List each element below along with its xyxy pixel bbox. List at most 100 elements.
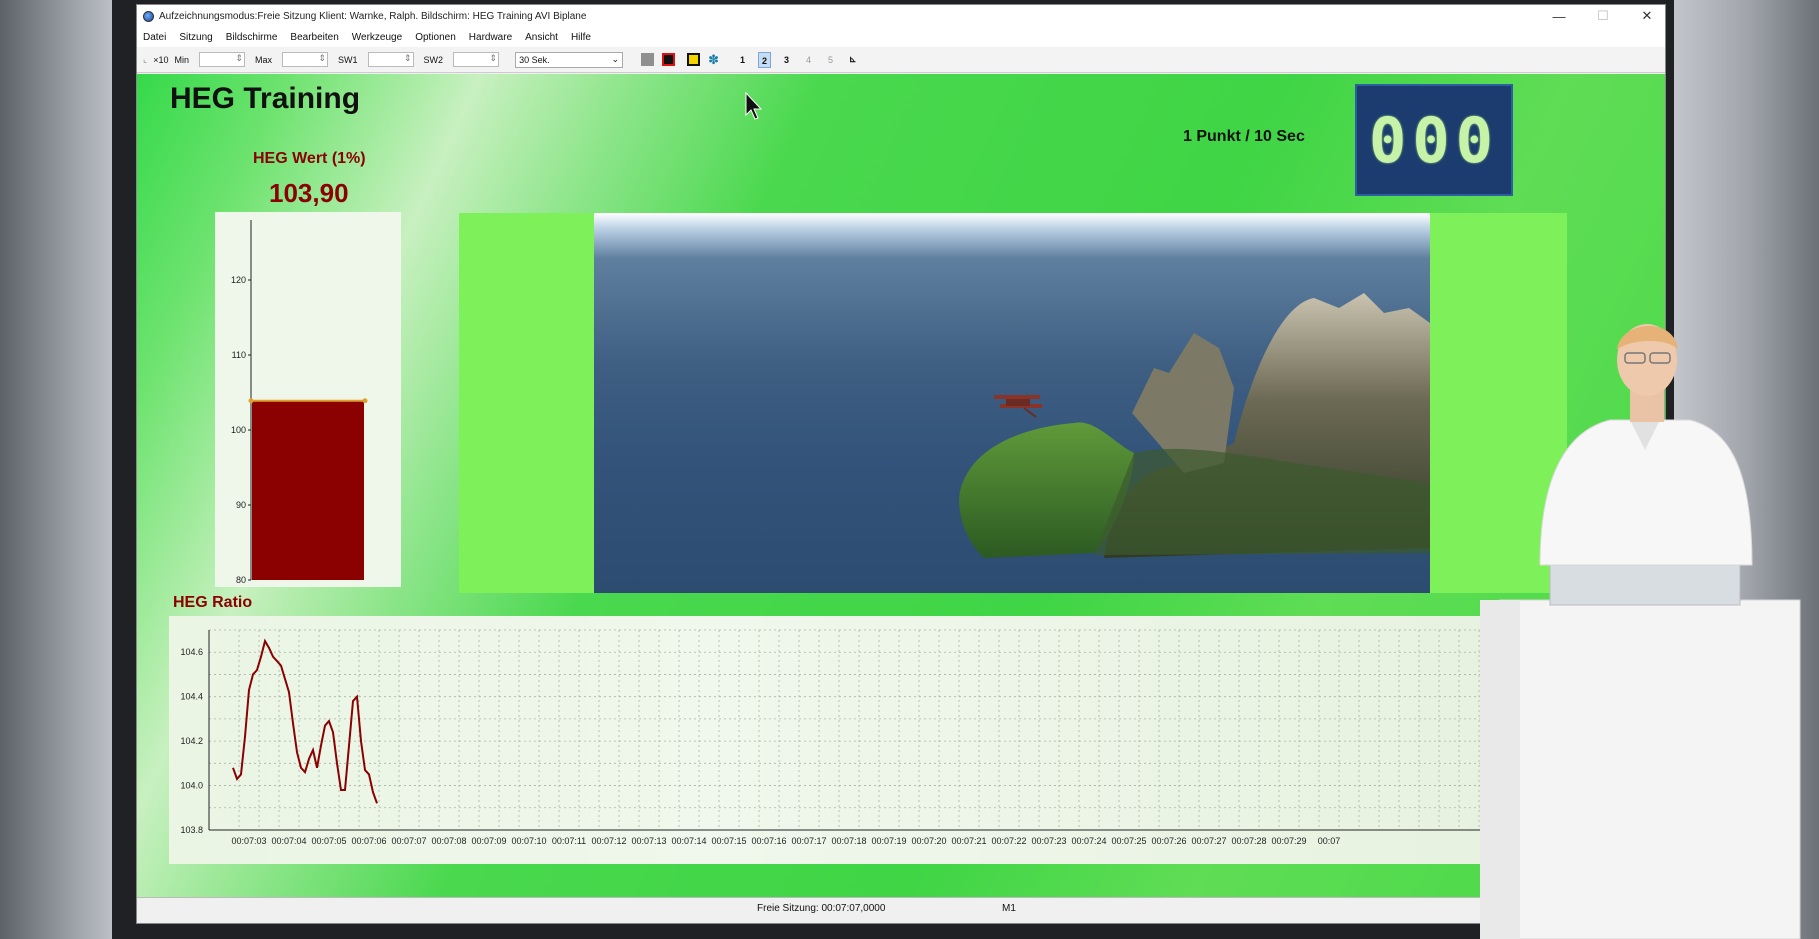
- maximize-button[interactable]: ☐: [1595, 8, 1611, 24]
- line-x-tick-label: 00:07:19: [871, 836, 906, 846]
- heg-wert-value: 103,90: [269, 178, 349, 208]
- line-y-tick-label: 104.4: [180, 692, 203, 702]
- line-x-tick-label: 00:07:05: [311, 836, 346, 846]
- menu-item-bearbeiten[interactable]: Bearbeiten: [290, 32, 338, 43]
- line-x-tick-label: 00:07:25: [1111, 836, 1146, 846]
- line-x-tick-label: 00:07:04: [271, 836, 306, 846]
- line-y-tick-label: 104.6: [180, 647, 203, 657]
- settings-gear-icon[interactable]: ✽: [708, 53, 719, 66]
- window-title: Aufzeichnungsmodus:Freie Sitzung Klient:…: [159, 10, 587, 22]
- heg-ratio-label: HEG Ratio: [173, 594, 253, 611]
- line-x-tick-label: 00:07:23: [1031, 836, 1066, 846]
- line-x-tick-label: 00:07:29: [1271, 836, 1306, 846]
- bar-y-tick-label: 80: [236, 575, 246, 585]
- line-x-tick-label: 00:07:06: [351, 836, 386, 846]
- screen-button-4[interactable]: 4: [802, 52, 815, 68]
- min-stepper[interactable]: [199, 52, 246, 67]
- presenter-figure: [1480, 324, 1801, 939]
- max-label: Max: [255, 54, 273, 65]
- app-window: Aufzeichnungsmodus:Freie Sitzung Klient:…: [136, 4, 1666, 924]
- line-x-tick-label: 00:07:18: [831, 836, 866, 846]
- menu-item-optionen[interactable]: Optionen: [415, 32, 456, 43]
- line-x-tick-label: 00:07:22: [991, 836, 1026, 846]
- line-x-tick-label: 00:07:17: [791, 836, 826, 846]
- mode-status: M1: [1002, 903, 1016, 914]
- line-x-tick-label: 00:07:26: [1151, 836, 1186, 846]
- bar-y-tick-label: 90: [236, 500, 246, 510]
- bar-y-tick-label: 110: [232, 350, 246, 360]
- title-bar: Aufzeichnungsmodus:Freie Sitzung Klient:…: [137, 5, 1665, 27]
- line-x-tick-label: 00:07:08: [431, 836, 466, 846]
- heg-ratio-chart: 103.8 104.0 104.2 104.4 104.6 00:07:03 00:07:0…: [169, 616, 1529, 864]
- heg-ratio-line-svg: 103.8 104.0 104.2 104.4 104.6 00:07:03 00:07:0…: [180, 629, 1519, 846]
- line-x-tick-label: 00:07:28: [1231, 836, 1266, 846]
- line-x-tick-label: 00:07:13: [631, 836, 666, 846]
- points-counter: 000: [1355, 84, 1513, 196]
- bar-y-tick-label: 100: [231, 425, 246, 435]
- minimize-button[interactable]: —: [1551, 9, 1567, 24]
- min-label: Min: [174, 54, 190, 65]
- screen-button-2[interactable]: 2: [757, 51, 771, 68]
- bar-threshold-marker: [248, 398, 254, 404]
- heg-wert-chart: 80 90 100 110 120: [215, 212, 401, 587]
- screen-button-3[interactable]: 3: [780, 52, 793, 68]
- menu-item-werkzeuge[interactable]: Werkzeuge: [352, 32, 402, 43]
- line-x-tick-label: 00:07: [1318, 836, 1341, 846]
- menu-item-hardware[interactable]: Hardware: [469, 32, 512, 43]
- biplane: [994, 395, 1042, 418]
- x10-button[interactable]: ×10: [153, 55, 168, 65]
- line-x-tick-label: 00:07:11: [552, 836, 586, 846]
- heg-wert-bar: [252, 400, 364, 580]
- sw2-stepper[interactable]: [453, 52, 500, 67]
- app-icon: [143, 10, 154, 22]
- sw1-label: SW1: [338, 54, 358, 65]
- menu-item-ansicht[interactable]: Ansicht: [525, 32, 558, 43]
- menu-item-sitzung[interactable]: Sitzung: [179, 32, 212, 43]
- line-x-tick-label: 00:07:12: [591, 836, 626, 846]
- pause-icon[interactable]: [687, 53, 701, 66]
- stop-gray-icon[interactable]: [641, 53, 655, 66]
- interval-select-value: 30 Sek.: [519, 54, 550, 65]
- rate-label: 1 Punkt / 10 Sec: [1183, 128, 1305, 145]
- line-y-tick-label: 104.2: [180, 736, 203, 746]
- screen-selector: 12345: [727, 51, 837, 68]
- heg-wert-label: HEG Wert (1%): [253, 150, 366, 167]
- line-x-tick-label: 00:07:14: [671, 836, 706, 846]
- max-stepper[interactable]: [282, 52, 329, 67]
- chart-mode-icon[interactable]: ⊾: [849, 54, 857, 65]
- record-icon[interactable]: [662, 53, 676, 66]
- sw1-stepper[interactable]: [367, 52, 414, 67]
- line-x-tick-label: 00:07:20: [911, 836, 946, 846]
- status-bar: Freie Sitzung: 00:07:07,0000 M1: [137, 897, 1665, 919]
- close-button[interactable]: ✕: [1639, 8, 1655, 24]
- line-x-tick-label: 00:07:16: [751, 836, 786, 846]
- line-x-tick-label: 00:07:27: [1191, 836, 1226, 846]
- cursor-tool-icon[interactable]: ⌞: [143, 54, 147, 65]
- heg-wert-bar-svg: 80 90 100 110 120: [231, 220, 368, 585]
- toolbar: ⌞ ×10 Min Max SW1 SW2 30 Sek. ⌄ ✽ 12345 …: [137, 47, 1665, 73]
- line-x-tick-label: 00:07:07: [391, 836, 426, 846]
- line-x-tick-label: 00:07:15: [711, 836, 746, 846]
- video-scene: [959, 293, 1430, 558]
- menu-item-datei[interactable]: Datei: [143, 32, 166, 43]
- heg-ratio-series-line: [232, 638, 378, 804]
- biplane-video: [594, 213, 1430, 593]
- line-y-tick-label: 103.8: [180, 825, 203, 835]
- page-title: HEG Training: [170, 82, 361, 115]
- bar-threshold-marker: [362, 398, 368, 404]
- training-screen: HEG Training 1 Punkt / 10 Sec 000 HEG We…: [137, 74, 1665, 897]
- mouse-cursor-icon: [745, 92, 763, 120]
- menu-item-hilfe[interactable]: Hilfe: [571, 32, 591, 43]
- sw2-label: SW2: [423, 54, 444, 65]
- interval-select[interactable]: 30 Sek. ⌄: [515, 51, 624, 68]
- bar-y-tick-label: 120: [231, 275, 246, 285]
- session-status: Freie Sitzung: 00:07:07,0000: [757, 903, 886, 914]
- counter-value: 000: [1369, 103, 1499, 177]
- window-controls: — ☐ ✕: [1551, 5, 1655, 27]
- line-y-tick-label: 104.0: [180, 781, 203, 791]
- line-x-tick-label: 00:07:24: [1071, 836, 1106, 846]
- screen-button-5[interactable]: 5: [824, 52, 837, 68]
- line-x-tick-label: 00:07:03: [231, 836, 266, 846]
- menu-item-bildschirme[interactable]: Bildschirme: [226, 32, 278, 43]
- screen-button-1[interactable]: 1: [736, 52, 749, 68]
